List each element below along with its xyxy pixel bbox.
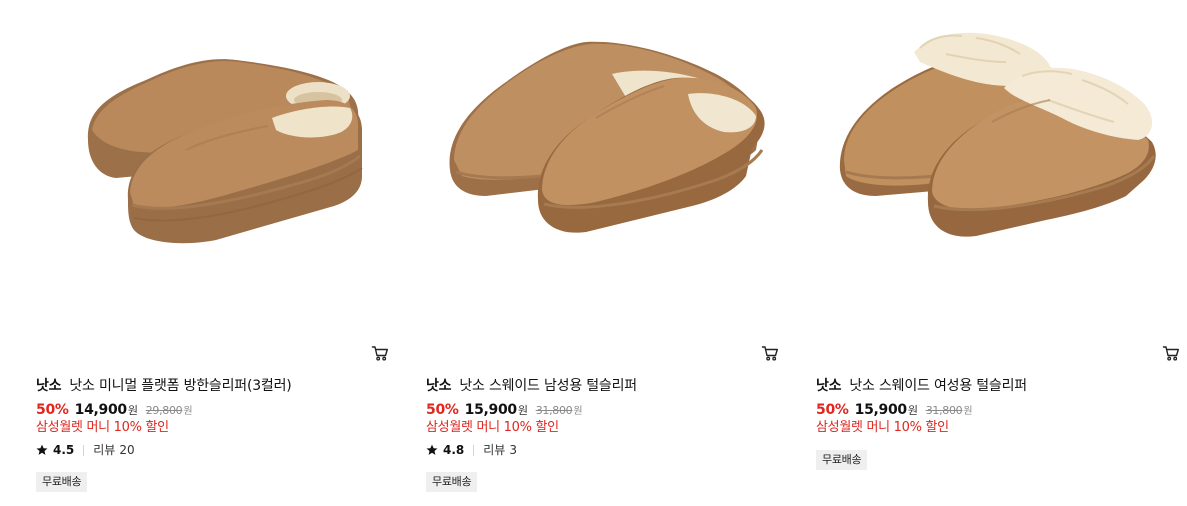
cart-icon[interactable] <box>761 344 779 362</box>
product-brand: 낫소 <box>816 378 842 394</box>
discount-rate: 50% <box>426 402 459 418</box>
star-icon <box>36 444 48 455</box>
rating-value: 4.5 <box>53 443 75 457</box>
product-brand: 낫소 <box>426 378 452 394</box>
free-shipping-badge: 무료배송 <box>36 472 88 492</box>
sale-price-unit: 원 <box>907 404 918 417</box>
product-title[interactable]: 낫소 낫소 스웨이드 남성용 털슬리퍼 <box>426 376 637 396</box>
original-price: 31,800 <box>925 404 963 417</box>
review-label: 리뷰 <box>483 443 506 457</box>
slipper-image <box>839 32 1156 237</box>
review-count[interactable]: 리뷰 3 <box>483 441 517 459</box>
review-number: 3 <box>509 443 517 457</box>
discount-rate: 50% <box>36 402 69 418</box>
sale-price: 14,900 <box>74 402 128 418</box>
product-card[interactable]: 낫소 낫소 스웨이드 남성용 털슬리퍼 50% 15,900원 31,800원 삼성월… <box>426 0 781 506</box>
rating-value: 4.8 <box>443 443 465 457</box>
divider <box>473 444 475 456</box>
original-price-unit: 원 <box>183 406 193 417</box>
product-image[interactable] <box>816 0 1171 340</box>
cart-icon[interactable] <box>1162 344 1180 362</box>
free-shipping-badge: 무료배송 <box>426 472 478 492</box>
rating-row: 4.5 리뷰 20 <box>36 441 135 459</box>
review-label: 리뷰 <box>93 443 116 457</box>
review-count[interactable]: 리뷰 20 <box>93 441 134 459</box>
product-brand: 낫소 <box>36 378 62 394</box>
original-price-unit: 원 <box>573 406 583 417</box>
cart-icon[interactable] <box>371 344 389 362</box>
product-image[interactable] <box>36 0 391 340</box>
sale-price-unit: 원 <box>127 404 138 417</box>
divider <box>83 444 85 456</box>
promo-text: 삼성월렛 머니 10% 할인 <box>36 420 169 435</box>
original-price: 29,800 <box>145 404 183 417</box>
product-title[interactable]: 낫소 낫소 미니멀 플랫폼 방한슬리퍼(3컬러) <box>36 376 292 396</box>
product-name: 낫소 스웨이드 남성용 털슬리퍼 <box>459 378 637 394</box>
product-name: 낫소 미니멀 플랫폼 방한슬리퍼(3컬러) <box>69 378 292 394</box>
rating-row: 4.8 리뷰 3 <box>426 441 517 459</box>
free-shipping-badge: 무료배송 <box>816 450 868 470</box>
promo-text: 삼성월렛 머니 10% 할인 <box>426 420 559 435</box>
star-icon <box>426 444 438 455</box>
original-price: 31,800 <box>535 404 573 417</box>
promo-text: 삼성월렛 머니 10% 할인 <box>816 420 949 435</box>
product-title[interactable]: 낫소 낫소 스웨이드 여성용 털슬리퍼 <box>816 376 1027 396</box>
sale-price-unit: 원 <box>517 404 528 417</box>
sale-price: 15,900 <box>464 402 518 418</box>
discount-rate: 50% <box>816 402 849 418</box>
product-card[interactable]: 낫소 낫소 미니멀 플랫폼 방한슬리퍼(3컬러) 50% 14,900원 29,800… <box>36 0 391 506</box>
product-name: 낫소 스웨이드 여성용 털슬리퍼 <box>849 378 1027 394</box>
slipper-image <box>87 59 363 244</box>
review-number: 20 <box>119 443 135 457</box>
original-price-unit: 원 <box>963 406 973 417</box>
product-image[interactable] <box>426 0 781 340</box>
slipper-image <box>449 41 765 233</box>
sale-price: 15,900 <box>854 402 908 418</box>
product-card[interactable]: 낫소 낫소 스웨이드 여성용 털슬리퍼 50% 15,900원 31,800원 삼성월… <box>816 0 1179 506</box>
